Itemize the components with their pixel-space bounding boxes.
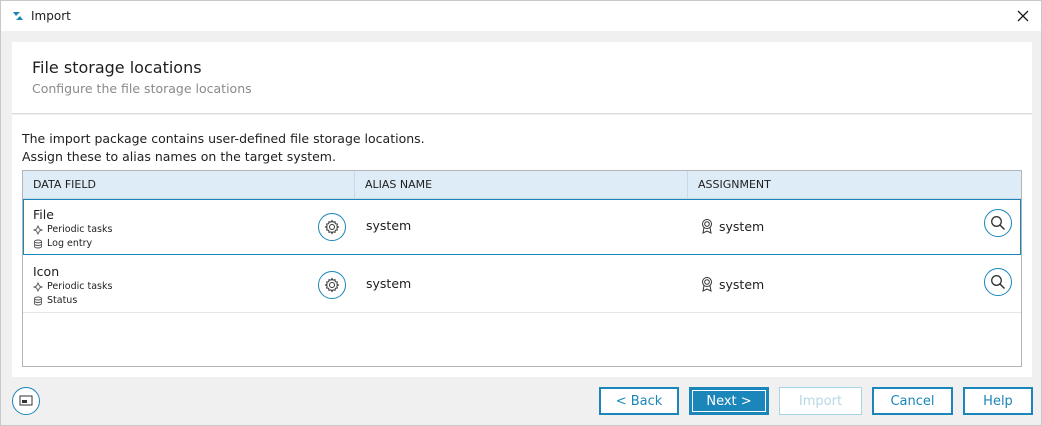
row-meta-task-label: Periodic tasks [47,224,113,235]
award-icon [702,219,712,234]
assignment-label: system [719,276,765,292]
description-line-2: Assign these to alias names on the targe… [22,149,336,164]
next-button-label: Next > [706,393,752,409]
row-meta-task-label: Periodic tasks [47,281,113,292]
alias-name-value: system [366,218,412,233]
grid-header: DATA FIELD ALIAS NAME ASSIGNMENT [23,171,1021,199]
row-name: Icon [33,264,60,279]
title-bar: Import [1,1,1041,31]
import-button[interactable]: Import [779,387,862,415]
gear-icon [324,219,340,235]
search-button[interactable] [984,268,1012,296]
table-row[interactable]: Icon Periodic tasks Status system system [23,257,1021,313]
settings-button[interactable] [318,271,346,299]
back-button-label: < Back [615,393,663,409]
cancel-button-label: Cancel [890,393,935,409]
search-button[interactable] [984,209,1012,237]
column-header-data-field[interactable]: DATA FIELD [23,171,355,199]
assignment-value: system [700,276,764,292]
column-header-alias-name[interactable]: ALIAS NAME [355,171,688,199]
description: The import package contains user-defined… [22,130,425,166]
row-meta-entity: Log entry [33,238,92,249]
import-dialog: Import File storage locations Configure … [0,0,1042,426]
database-icon [34,239,42,248]
app-logo-icon [13,12,23,20]
assignment-label: system [719,218,765,234]
help-button-label: Help [983,393,1013,409]
row-meta-entity-label: Status [47,295,78,306]
search-icon [991,275,1006,290]
row-meta-entity-label: Log entry [47,238,93,249]
award-icon [702,277,712,292]
page-subtitle: Configure the file storage locations [32,81,252,96]
alias-name-value: system [366,276,412,291]
cancel-button[interactable]: Cancel [872,387,953,415]
description-line-1: The import package contains user-defined… [22,131,425,146]
window-title: Import [31,9,71,23]
column-header-assignment[interactable]: ASSIGNMENT [688,171,1021,199]
search-icon [991,216,1006,231]
row-meta-task: Periodic tasks [33,224,112,235]
header-panel: File storage locations Configure the fil… [12,42,1032,114]
row-meta-entity: Status [33,295,77,306]
page-title: File storage locations [32,58,202,77]
gear-icon [324,277,340,293]
settings-button[interactable] [318,213,346,241]
periodic-task-icon [33,224,43,235]
database-icon [34,296,42,305]
periodic-task-icon [33,281,43,292]
help-button[interactable]: Help [963,387,1033,415]
import-button-label: Import [798,393,843,409]
next-button[interactable]: Next > [689,387,769,415]
content-panel: The import package contains user-defined… [12,115,1032,377]
row-name: File [33,207,54,222]
window-icon [19,395,33,406]
back-button[interactable]: < Back [599,387,679,415]
close-icon[interactable] [1013,6,1033,26]
row-meta-task: Periodic tasks [33,281,112,292]
table-row[interactable]: File Periodic tasks Log entry system sys… [23,199,1021,255]
window-mode-button[interactable] [12,387,40,415]
storage-grid: DATA FIELD ALIAS NAME ASSIGNMENT File Pe… [22,170,1022,367]
assignment-value: system [700,218,764,234]
